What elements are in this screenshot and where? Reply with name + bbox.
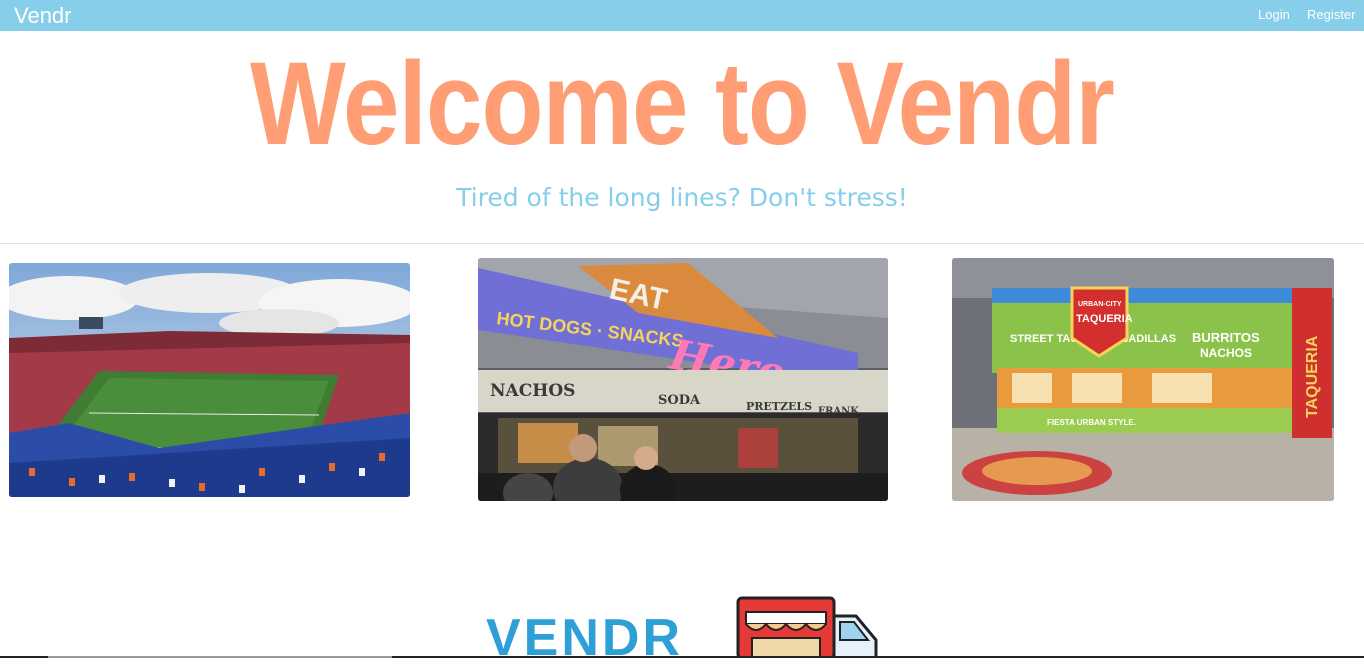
stadium-photo: [9, 263, 410, 497]
hero-title: Welcome to Vendr: [249, 38, 1115, 170]
register-link[interactable]: Register: [1307, 7, 1355, 23]
brand-link[interactable]: Vendr: [14, 3, 72, 29]
badge-taqueria: TAQUERIA: [1076, 313, 1133, 325]
counter-sign: FIESTA URBAN STYLE.: [1047, 418, 1136, 427]
soda-sign: SODA: [658, 393, 701, 408]
food-truck-icon: [736, 596, 882, 662]
nachos-sign-2: NACHOS: [1200, 346, 1252, 360]
vendr-logo: VENDR: [484, 596, 884, 666]
navbar: Vendr Login Register: [0, 0, 1364, 31]
concession-photo: HOT DOGS · SNACKS EAT Here NACHOS SODA P…: [478, 258, 888, 501]
taqueria-photo: STREET TACOS QUESADILLAS URBAN-CITY TAQU…: [952, 258, 1334, 501]
side-sign: TAQUERIA: [1304, 335, 1321, 418]
burritos-sign: BURRITOS: [1192, 330, 1260, 345]
hero-subtitle: Tired of the long lines? Don't stress!: [456, 183, 908, 212]
login-link[interactable]: Login: [1258, 7, 1290, 23]
divider: [0, 243, 1364, 244]
badge-top: URBAN-CITY: [1078, 301, 1122, 308]
nachos-sign: NACHOS: [490, 381, 575, 401]
pretzels-sign: PRETZELS: [746, 400, 812, 413]
